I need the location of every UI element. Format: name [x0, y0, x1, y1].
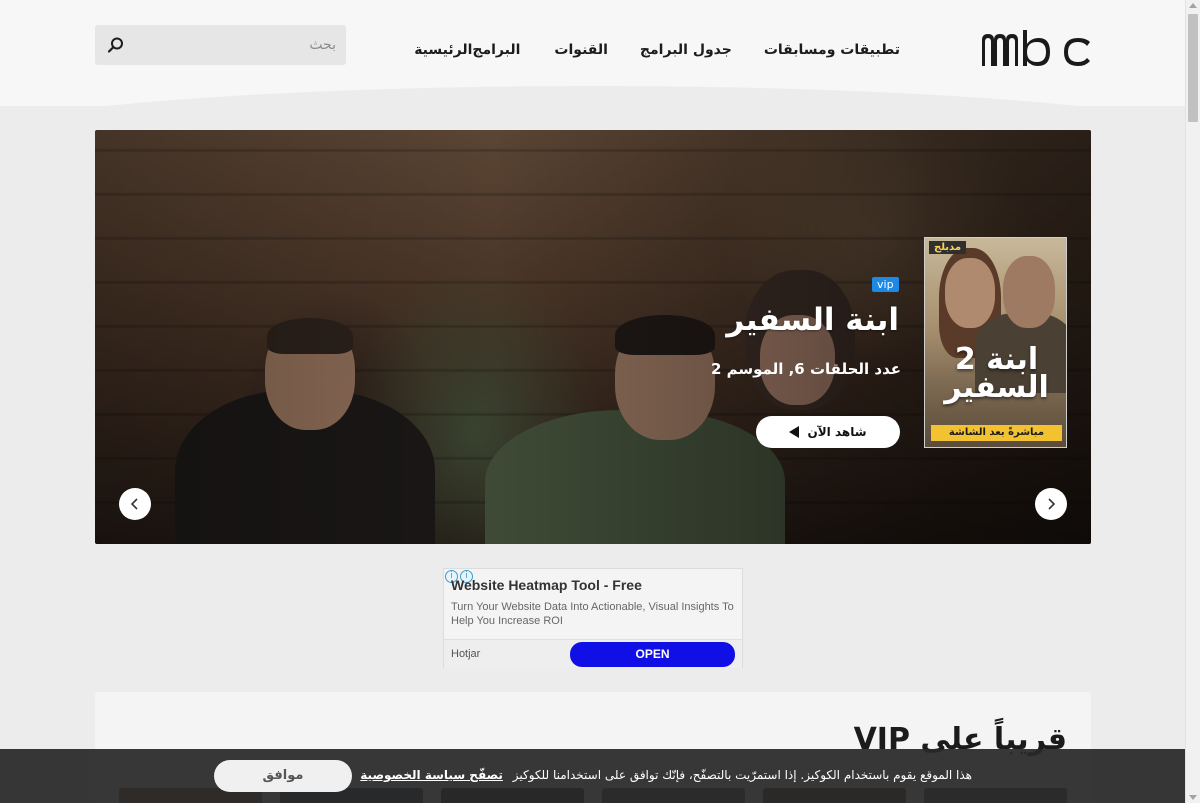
cookie-text: هذا الموقع يقوم باستخدام الكوكيز. إذا اس… [512, 768, 972, 782]
search-box [95, 25, 346, 65]
hero-slider[interactable]: vip ابنة السفير عدد الحلقات 6, الموسم 2 … [95, 130, 1091, 544]
cookie-banner: هذا الموقع يقوم باستخدام الكوكيز. إذا اس… [0, 749, 1185, 803]
site-header: الرئيسية البرامج القنوات جدول البرامج تط… [0, 0, 1200, 146]
cookie-message: هذا الموقع يقوم باستخدام الكوكيز. إذا اس… [360, 768, 972, 782]
watch-now-button[interactable]: شاهد الآن [756, 416, 900, 448]
poster-dubbed-badge: مدبلج [929, 241, 967, 254]
scroll-down-icon[interactable] [1189, 795, 1197, 800]
hero-subtitle: عدد الحلقات 6, الموسم 2 [710, 360, 901, 378]
cookie-accept-button[interactable]: موافق [214, 760, 352, 792]
mbc-logo[interactable] [978, 28, 1092, 68]
ad-title[interactable]: Website Heatmap Tool - Free [451, 577, 642, 593]
main-nav: الرئيسية البرامج القنوات جدول البرامج تط… [414, 42, 932, 58]
nav-item-schedule[interactable]: جدول البرامج [640, 42, 732, 58]
ad-body: Turn Your Website Data Into Actionable, … [451, 601, 734, 627]
chevron-left-icon [130, 498, 138, 510]
watch-now-label: شاهد الآن [807, 425, 867, 439]
nav-item-home[interactable]: الرئيسية [414, 42, 472, 58]
privacy-policy-link[interactable]: تصفّح سياسة الخصوصية [360, 768, 503, 782]
search-input[interactable] [136, 25, 336, 65]
poster-image-shape [945, 258, 995, 328]
ad-brand: Hotjar [451, 648, 481, 660]
ad-open-button[interactable]: OPEN [570, 642, 735, 667]
nav-item-programs[interactable]: البرامج [472, 42, 520, 58]
scrollbar-thumb[interactable] [1188, 14, 1198, 122]
poster-title: ابنة 2 السفير [925, 345, 1066, 405]
page-scrollbar[interactable] [1185, 0, 1200, 803]
play-icon [789, 426, 800, 438]
show-poster[interactable]: مدبلج ابنة 2 السفير مباشرةً بعد الشاشة [924, 237, 1067, 448]
scroll-up-icon[interactable] [1189, 3, 1197, 8]
search-icon[interactable] [107, 36, 125, 54]
ad-footer: Hotjar OPEN [444, 639, 742, 668]
poster-image-shape [1003, 256, 1055, 328]
poster-title-line: السفير [944, 370, 1049, 405]
vip-badge: vip [872, 277, 899, 292]
poster-strip: مباشرةً بعد الشاشة [931, 425, 1062, 441]
slider-prev-button[interactable] [119, 488, 151, 520]
nav-item-apps[interactable]: تطبيقات ومسابقات [764, 42, 900, 58]
slider-next-button[interactable] [1035, 488, 1067, 520]
ad-banner[interactable]: i i Website Heatmap Tool - Free Turn You… [443, 568, 743, 668]
nav-item-channels[interactable]: القنوات [554, 42, 608, 58]
hero-title[interactable]: ابنة السفير [726, 302, 899, 338]
chevron-right-icon [1048, 498, 1056, 510]
